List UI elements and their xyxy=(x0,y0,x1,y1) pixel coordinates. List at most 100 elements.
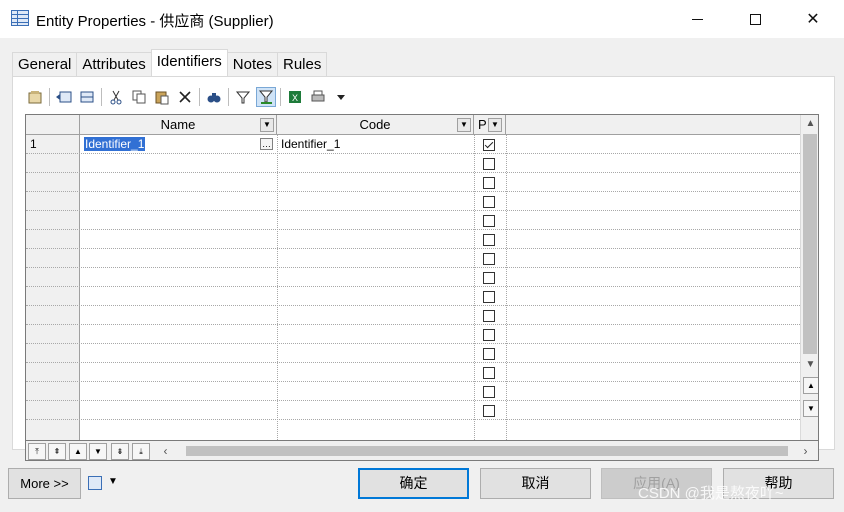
table-row[interactable] xyxy=(26,344,800,363)
window-title: Entity Properties - 供应商 (Supplier) xyxy=(36,13,274,30)
watermark-text: CSDN @我是熬夜吖~ xyxy=(638,485,784,502)
title-bar: Entity Properties - 供应商 (Supplier) ✕ xyxy=(0,0,844,38)
copy-icon[interactable] xyxy=(129,87,149,107)
chevron-down-icon[interactable]: ▼ xyxy=(108,476,118,487)
table-row[interactable]: 1 Identifier_1 … Identifier_1 xyxy=(26,135,800,154)
page-down-icon[interactable]: ▼ xyxy=(803,400,818,417)
vertical-scrollbar[interactable]: ▲ ▼ ▲ ▼ xyxy=(800,115,818,440)
dropdown-arrow-icon[interactable] xyxy=(331,87,351,107)
tab-attributes[interactable]: Attributes xyxy=(76,52,152,76)
table-row[interactable] xyxy=(26,363,800,382)
column-label-name: Name xyxy=(160,117,196,132)
move-up-icon[interactable]: ▲ xyxy=(69,443,87,460)
add-row-icon[interactable] xyxy=(77,87,97,107)
ok-button[interactable]: 确定 xyxy=(358,468,469,499)
primary-identifier-checkbox[interactable] xyxy=(483,329,495,341)
tab-identifiers[interactable]: Identifiers xyxy=(150,49,228,76)
table-row[interactable] xyxy=(26,401,800,420)
tab-notes[interactable]: Notes xyxy=(226,52,278,76)
column-header-name[interactable]: Name ▼ xyxy=(80,115,277,135)
toolbar-separator xyxy=(199,88,200,106)
horizontal-scroll-thumb[interactable] xyxy=(186,446,788,456)
identifiers-panel: X Name ▼ Code ▼ P ▼ 1 Identifier_1 … Ide… xyxy=(12,76,835,461)
primary-identifier-checkbox[interactable] xyxy=(483,215,495,227)
grid-toolbar: X xyxy=(25,87,354,107)
tab-strip: General Attributes Identifiers Notes Rul… xyxy=(12,49,328,76)
primary-identifier-checkbox[interactable] xyxy=(483,291,495,303)
cell-ellipsis-button[interactable]: … xyxy=(260,138,273,150)
delete-icon[interactable] xyxy=(175,87,195,107)
tab-rules[interactable]: Rules xyxy=(276,52,328,76)
scroll-right-icon[interactable]: › xyxy=(796,442,815,460)
scroll-up-icon[interactable]: ▲ xyxy=(801,115,818,133)
scroll-down-icon[interactable]: ▼ xyxy=(801,356,818,374)
identifier-name-cell[interactable]: Identifier_1 … xyxy=(80,135,277,154)
move-to-top-icon[interactable]: ⤒ xyxy=(28,443,46,460)
close-icon: ✕ xyxy=(806,11,820,28)
entity-table-icon xyxy=(11,10,29,26)
column-menu-primary-icon[interactable]: ▼ xyxy=(488,118,502,132)
table-row[interactable] xyxy=(26,325,800,344)
primary-identifier-checkbox[interactable] xyxy=(483,253,495,265)
vertical-scroll-thumb[interactable] xyxy=(803,134,817,354)
tab-general[interactable]: General xyxy=(12,52,78,76)
identifier-code-cell[interactable]: Identifier_1 xyxy=(277,135,474,154)
primary-identifier-checkbox[interactable] xyxy=(483,139,495,151)
maximize-button[interactable] xyxy=(726,0,784,38)
column-menu-name-icon[interactable]: ▼ xyxy=(260,118,274,132)
column-header-code[interactable]: Code ▼ xyxy=(277,115,474,135)
paste-icon[interactable] xyxy=(152,87,172,107)
row-number-header xyxy=(26,115,80,135)
primary-identifier-checkbox[interactable] xyxy=(483,196,495,208)
table-row[interactable] xyxy=(26,268,800,287)
cut-icon[interactable] xyxy=(106,87,126,107)
find-icon[interactable] xyxy=(204,87,224,107)
maximize-icon xyxy=(749,13,761,25)
more-button[interactable]: More >> xyxy=(8,468,81,499)
primary-identifier-checkbox[interactable] xyxy=(483,234,495,246)
properties-icon[interactable] xyxy=(25,87,45,107)
table-row[interactable] xyxy=(26,230,800,249)
table-row[interactable] xyxy=(26,249,800,268)
column-header-primary[interactable]: P ▼ xyxy=(474,115,506,135)
primary-identifier-checkbox[interactable] xyxy=(483,367,495,379)
customize-columns-icon[interactable] xyxy=(256,87,276,107)
filter-icon[interactable] xyxy=(233,87,253,107)
table-row[interactable] xyxy=(26,306,800,325)
print-icon[interactable] xyxy=(308,87,328,107)
primary-identifier-checkbox[interactable] xyxy=(483,405,495,417)
object-properties-icon[interactable] xyxy=(88,476,102,490)
column-menu-code-icon[interactable]: ▼ xyxy=(457,118,471,132)
page-up-icon[interactable]: ▲ xyxy=(803,377,818,394)
row-number: 1 xyxy=(30,137,37,151)
scroll-left-icon[interactable]: ‹ xyxy=(156,442,175,460)
insert-row-icon[interactable] xyxy=(54,87,74,107)
table-row[interactable] xyxy=(26,173,800,192)
cancel-button[interactable]: 取消 xyxy=(480,468,591,499)
primary-identifier-checkbox[interactable] xyxy=(483,272,495,284)
move-down-icon[interactable]: ▼ xyxy=(89,443,107,460)
dialog-body: General Attributes Identifiers Notes Rul… xyxy=(0,38,844,512)
table-row[interactable] xyxy=(26,211,800,230)
toolbar-separator xyxy=(101,88,102,106)
primary-identifier-checkbox[interactable] xyxy=(483,386,495,398)
close-button[interactable]: ✕ xyxy=(784,0,842,38)
primary-identifier-checkbox[interactable] xyxy=(483,158,495,170)
column-label-primary: P xyxy=(478,117,487,132)
move-page-up-icon[interactable]: ⇞ xyxy=(48,443,66,460)
table-row[interactable] xyxy=(26,154,800,173)
primary-identifier-checkbox[interactable] xyxy=(483,177,495,189)
primary-identifier-checkbox[interactable] xyxy=(483,348,495,360)
primary-identifier-checkbox[interactable] xyxy=(483,310,495,322)
table-row[interactable] xyxy=(26,382,800,401)
minimize-icon xyxy=(691,18,703,20)
toolbar-separator xyxy=(228,88,229,106)
table-row[interactable] xyxy=(26,192,800,211)
identifier-name-value[interactable]: Identifier_1 xyxy=(84,137,146,151)
minimize-button[interactable] xyxy=(668,0,726,38)
toolbar-separator xyxy=(49,88,50,106)
table-row[interactable] xyxy=(26,287,800,306)
excel-export-icon[interactable]: X xyxy=(285,87,305,107)
move-to-bottom-icon[interactable]: ⤓ xyxy=(132,443,150,460)
move-page-down-icon[interactable]: ⇟ xyxy=(111,443,129,460)
